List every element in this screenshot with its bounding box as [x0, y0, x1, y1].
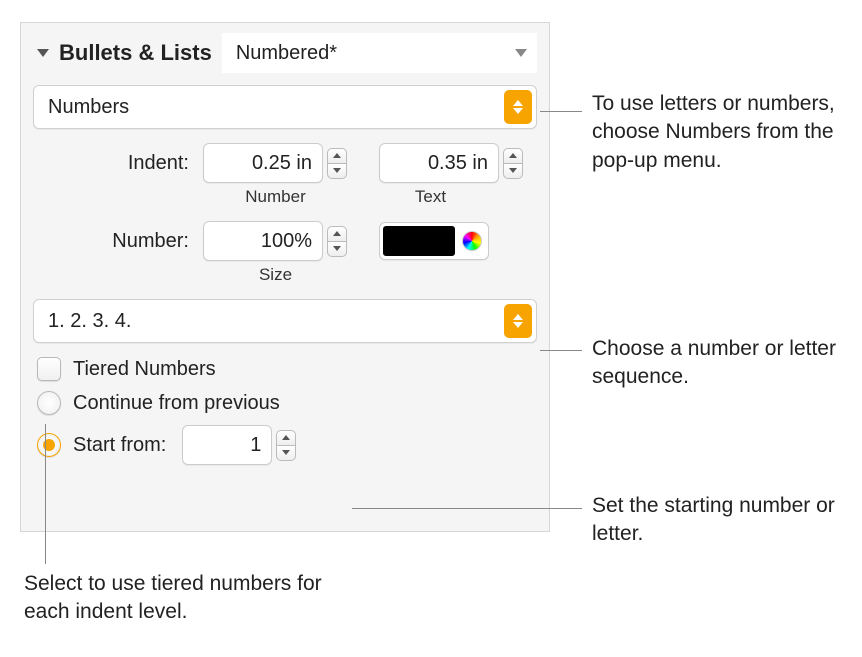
callout-start: Set the starting number or letter. [592, 492, 862, 549]
section-header: Bullets & Lists Numbered* [33, 33, 537, 73]
indent-label: Indent: [33, 152, 193, 175]
number-row: Number: 100% [33, 221, 537, 261]
callout-tiered: Select to use tiered numbers for each in… [24, 570, 344, 627]
start-from-field[interactable]: 1 [182, 425, 272, 465]
number-color-well[interactable] [379, 222, 489, 260]
number-size-stepper[interactable] [327, 221, 349, 261]
callout-lead [540, 350, 582, 351]
callout-lead [540, 111, 582, 112]
callout-lead [45, 424, 46, 564]
list-type-popup[interactable]: Numbers [33, 85, 537, 129]
sequence-value: 1. 2. 3. 4. [48, 310, 131, 333]
number-label: Number: [33, 230, 193, 253]
start-from-row: Start from: 1 [33, 425, 537, 465]
list-type-value: Numbers [48, 96, 129, 119]
callout-sequence: Choose a number or letter sequence. [592, 335, 862, 392]
disclosure-triangle-icon[interactable] [37, 49, 49, 57]
color-picker-button[interactable] [459, 226, 485, 256]
indent-number-stepper[interactable] [327, 143, 349, 183]
color-swatch [383, 226, 455, 256]
start-from-stepper[interactable] [276, 425, 298, 465]
sequence-popup[interactable]: 1. 2. 3. 4. [33, 299, 537, 343]
tiered-numbers-row: Tiered Numbers [33, 357, 537, 381]
indent-number-field[interactable]: 0.25 in [203, 143, 323, 183]
start-from-label: Start from: [73, 434, 166, 457]
list-style-value: Numbered* [236, 42, 337, 65]
continue-row: Continue from previous [33, 391, 537, 415]
indent-sublabels: Number Text [33, 187, 537, 207]
callout-lead [352, 508, 582, 509]
indent-text-stepper[interactable] [503, 143, 525, 183]
tiered-numbers-label: Tiered Numbers [73, 358, 216, 381]
continue-label: Continue from previous [73, 392, 280, 415]
section-title: Bullets & Lists [59, 40, 212, 66]
start-from-radio[interactable] [37, 433, 61, 457]
popup-stepper-icon [504, 304, 532, 338]
color-wheel-icon [462, 231, 482, 251]
number-sublabels: Size [33, 265, 537, 285]
list-style-select[interactable]: Numbered* [222, 33, 537, 73]
popup-stepper-icon [504, 90, 532, 124]
callout-type-popup: To use letters or numbers, choose Number… [592, 90, 862, 175]
chevron-down-icon [515, 49, 527, 57]
number-size-field[interactable]: 100% [203, 221, 323, 261]
indent-text-field[interactable]: 0.35 in [379, 143, 499, 183]
continue-radio[interactable] [37, 391, 61, 415]
bullets-lists-panel: Bullets & Lists Numbered* Numbers Indent… [20, 22, 550, 532]
tiered-numbers-checkbox[interactable] [37, 357, 61, 381]
indent-row: Indent: 0.25 in 0.35 in [33, 143, 537, 183]
